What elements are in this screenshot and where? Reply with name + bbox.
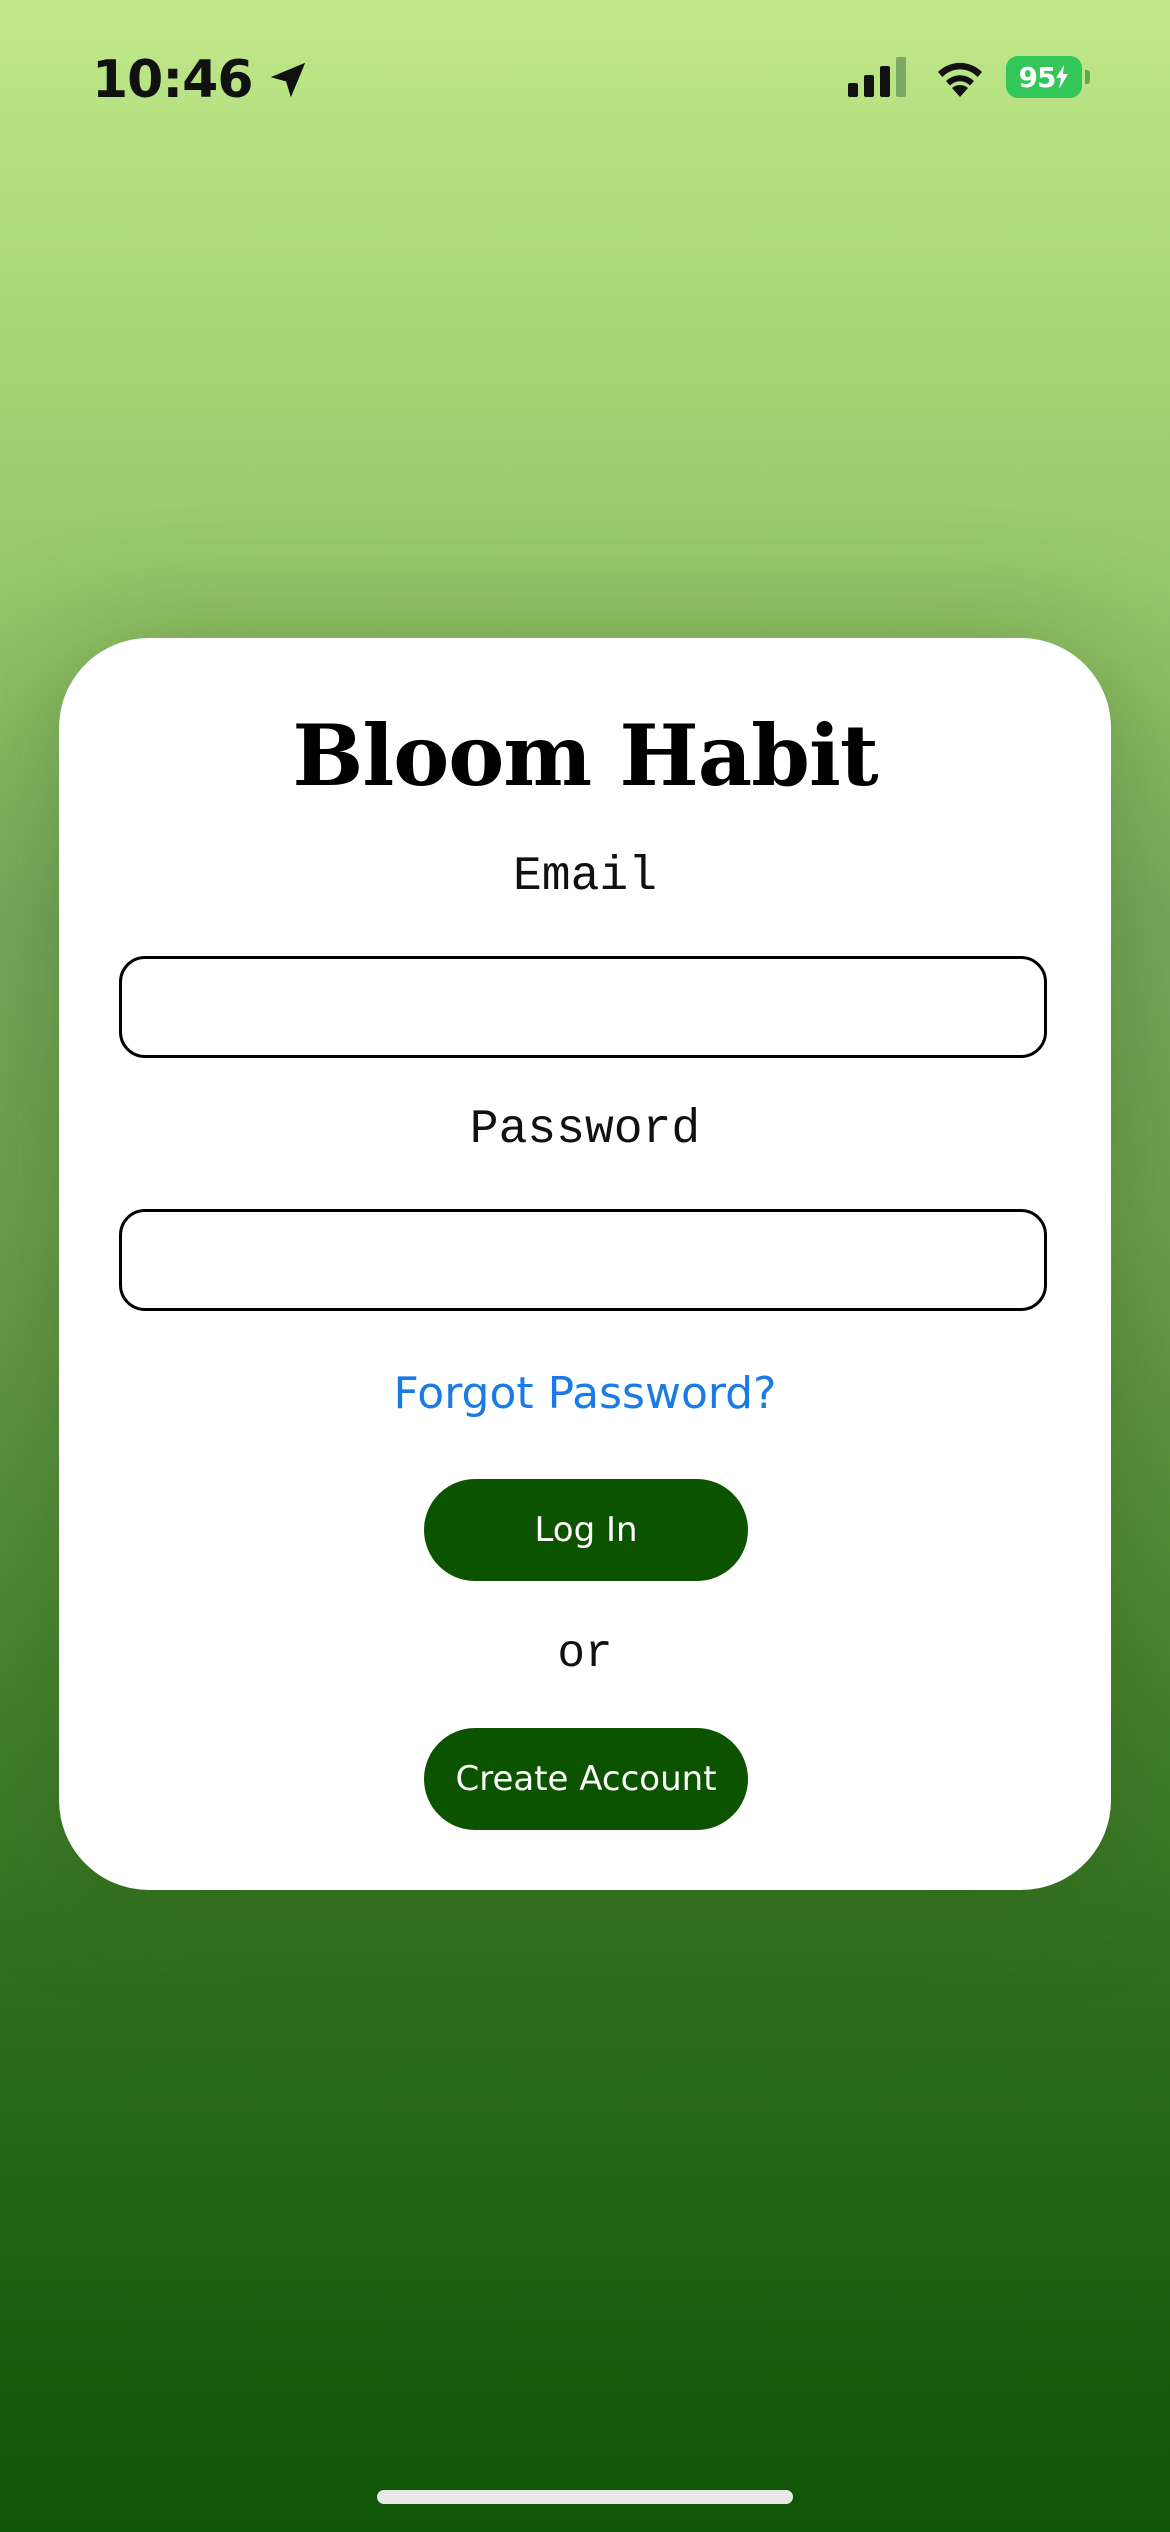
location-arrow-icon <box>270 62 305 98</box>
time-group: 10:46 <box>92 40 311 120</box>
home-indicator[interactable] <box>377 2490 793 2504</box>
battery-charging-icon: 95 <box>1006 56 1082 98</box>
or-divider-text: or <box>557 1628 613 1680</box>
password-label: Password <box>469 1103 701 1157</box>
bolt-icon <box>1056 65 1069 89</box>
email-field[interactable] <box>119 956 1047 1058</box>
email-label: Email <box>512 850 658 904</box>
status-time: 10:46 <box>92 50 254 110</box>
battery-tip <box>1085 70 1090 84</box>
create-account-button[interactable]: Create Account <box>424 1728 748 1830</box>
login-button[interactable]: Log In <box>424 1479 748 1581</box>
cellular-signal-icon <box>848 57 906 97</box>
forgot-password-link[interactable]: Forgot Password? <box>59 1368 1111 1419</box>
battery-level: 95 <box>1018 60 1057 94</box>
password-field[interactable] <box>119 1209 1047 1311</box>
status-bar: 10:46 95 <box>0 0 1170 150</box>
app-title: Bloom Habit <box>292 706 878 805</box>
login-card: Bloom Habit Email Password Forgot Passwo… <box>59 638 1111 1890</box>
status-icons: 95 <box>848 52 1090 102</box>
wifi-icon <box>938 62 982 97</box>
